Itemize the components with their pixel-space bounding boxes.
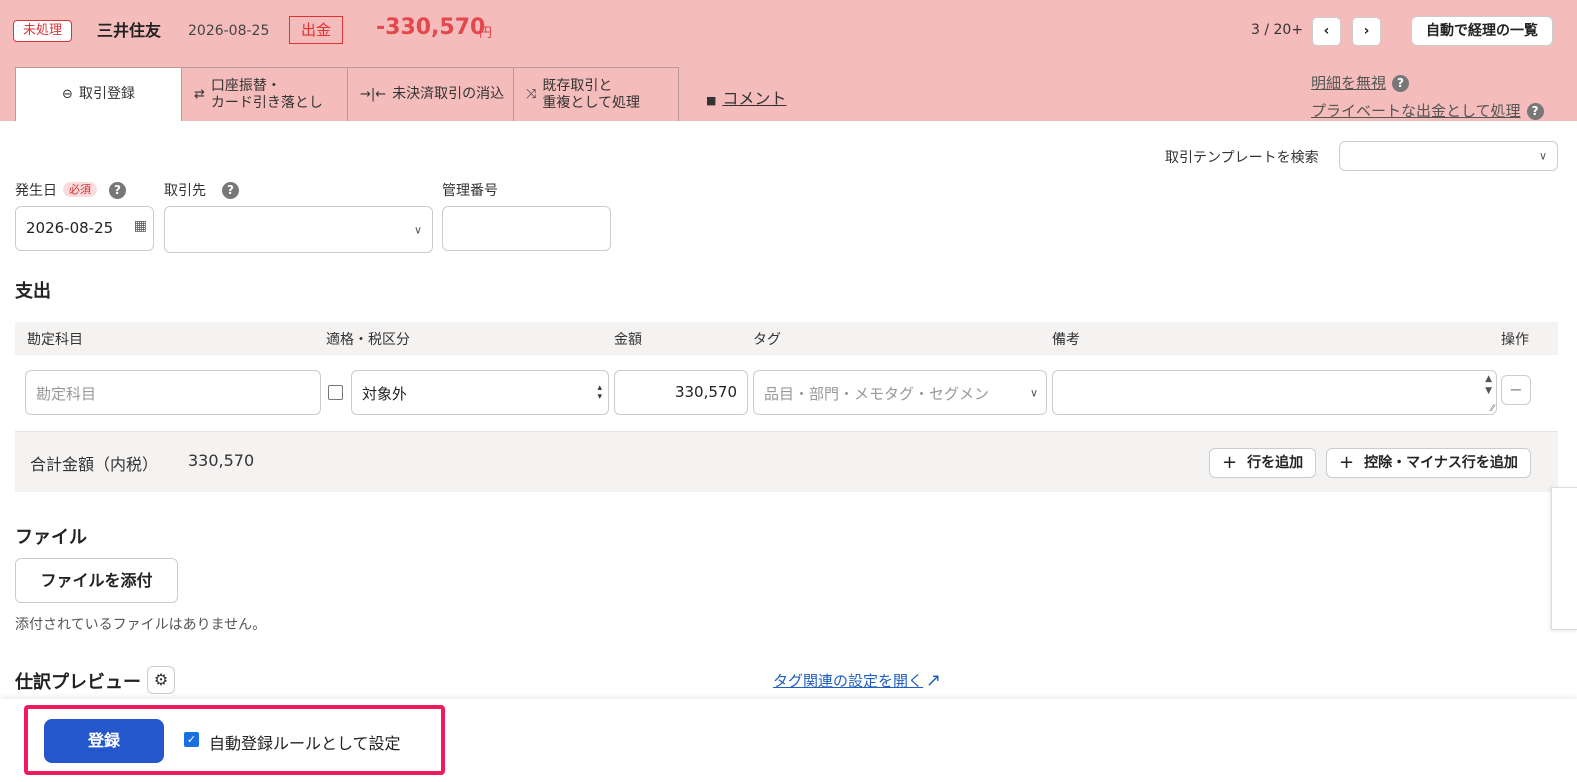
plus-icon: + bbox=[1222, 452, 1238, 473]
partner-label-text: 取引先 bbox=[164, 183, 206, 199]
attach-file-button[interactable]: ファイルを添付 bbox=[15, 558, 178, 603]
memo-textarea[interactable]: ▲ ▼ ⁄⁄ bbox=[1052, 370, 1497, 415]
add-minus-row-button[interactable]: + 控除・マイナス行を追加 bbox=[1326, 448, 1531, 478]
column-memo: 備考 bbox=[1052, 332, 1080, 348]
auto-rule-label[interactable]: 自動登録ルールとして設定 bbox=[209, 730, 401, 754]
management-number-input[interactable] bbox=[442, 206, 611, 251]
tab-label-line1: 既存取引と bbox=[542, 77, 613, 94]
total-value: 330,570 bbox=[188, 451, 255, 470]
currency-unit: 円 bbox=[479, 26, 493, 41]
tag-settings-link[interactable]: タグ関連の設定を開く ↗ bbox=[773, 670, 941, 691]
shuffle-icon: ⤨ bbox=[526, 87, 537, 102]
qualified-invoice-checkbox[interactable] bbox=[328, 385, 343, 400]
column-amount: 金額 bbox=[614, 332, 642, 348]
comment-link[interactable]: ■ コメント bbox=[706, 85, 786, 109]
management-number-label: 管理番号 bbox=[442, 183, 498, 199]
partner-select[interactable]: ∨ bbox=[164, 206, 433, 253]
tab-label-line2: 重複として処理 bbox=[542, 94, 640, 111]
minus-circle-icon: ⊖ bbox=[62, 87, 73, 102]
transfer-arrows-icon: ⇄ bbox=[194, 87, 205, 102]
date-label: 発生日 必須? bbox=[15, 180, 126, 200]
tab-transfer[interactable]: ⇄ 口座振替・ カード引き落とし bbox=[181, 67, 348, 121]
comment-label: コメント bbox=[722, 89, 787, 108]
tab-label: 未決済取引の消込 bbox=[392, 86, 505, 102]
add-minus-row-label: 控除・マイナス行を追加 bbox=[1364, 455, 1518, 471]
transaction-header: 未処理 三井住友 2026-08-25 出金 -330,570 円 3 / 20… bbox=[0, 0, 1577, 121]
template-search-select[interactable]: ∨ bbox=[1339, 141, 1558, 171]
expense-table-header bbox=[15, 322, 1558, 355]
no-files-text: 添付されているファイルはありません。 bbox=[15, 617, 267, 633]
add-row-label: 行を追加 bbox=[1247, 455, 1304, 471]
chevron-down-icon: ∨ bbox=[413, 223, 422, 236]
status-badge: 未処理 bbox=[13, 20, 73, 42]
date-label-text: 発生日 bbox=[15, 183, 57, 199]
private-withdrawal-link[interactable]: プライベートな出金として処理? bbox=[1311, 100, 1544, 121]
preview-settings-button[interactable]: ⚙ bbox=[147, 666, 175, 694]
comment-icon: ■ bbox=[706, 94, 717, 107]
tab-label-line1: 口座振替・ bbox=[210, 77, 281, 94]
private-withdrawal-label: プライベートな出金として処理 bbox=[1311, 102, 1521, 120]
expense-section-title: 支出 bbox=[15, 281, 51, 302]
date-field[interactable]: 2026-08-25 ▦ bbox=[15, 206, 154, 251]
scroll-arrows-icon[interactable]: ▲ ▼ bbox=[1485, 373, 1492, 397]
tab-duplicate[interactable]: ⤨ 既存取引と 重複として処理 bbox=[513, 67, 679, 121]
tag-select[interactable]: 品目・部門・メモタグ・セグメン ∨ bbox=[753, 370, 1047, 415]
amount-value: 330,570 bbox=[674, 383, 737, 401]
chevron-down-icon: ∨ bbox=[1538, 149, 1547, 163]
column-actions: 操作 bbox=[1501, 332, 1529, 348]
help-icon[interactable]: ? bbox=[222, 182, 239, 199]
template-search-label: 取引テンプレートを検索 bbox=[1165, 150, 1319, 166]
amount-input[interactable]: 330,570 bbox=[614, 370, 748, 415]
required-badge: 必須 bbox=[63, 182, 97, 197]
tag-settings-label: タグ関連の設定を開く bbox=[773, 672, 924, 690]
prev-button[interactable]: ‹ bbox=[1312, 17, 1341, 46]
next-button[interactable]: › bbox=[1352, 17, 1381, 46]
transaction-kind-badge: 出金 bbox=[289, 16, 343, 44]
total-label: 合計金額（内税） bbox=[30, 455, 159, 474]
gear-icon: ⚙ bbox=[153, 670, 169, 689]
ignore-statement-link[interactable]: 明細を無視? bbox=[1311, 72, 1410, 93]
add-row-button[interactable]: + 行を追加 bbox=[1209, 448, 1317, 478]
help-icon[interactable]: ? bbox=[109, 182, 126, 199]
resize-handle-icon[interactable]: ⁄⁄ bbox=[1491, 404, 1494, 414]
column-tax: 適格・税区分 bbox=[326, 332, 410, 348]
remove-row-button[interactable]: − bbox=[1501, 375, 1531, 405]
tab-label: 取引登録 bbox=[78, 86, 135, 102]
chevron-right-icon: › bbox=[1363, 23, 1370, 39]
plus-icon: + bbox=[1339, 452, 1355, 473]
auto-rule-checkbox[interactable]: ✓ bbox=[184, 732, 199, 747]
tax-category-value: 対象外 bbox=[362, 385, 408, 403]
register-button[interactable]: 登録 bbox=[44, 719, 164, 763]
chevron-down-icon: ∨ bbox=[1029, 386, 1038, 399]
tab-label: 口座振替・ カード引き落とし bbox=[211, 78, 323, 112]
file-section-title: ファイル bbox=[15, 527, 87, 548]
external-link-icon: ↗ bbox=[926, 670, 942, 691]
select-arrows-icon: ▴ ▾ bbox=[597, 383, 602, 402]
auto-accounting-list-button[interactable]: 自動で経理の一覧 bbox=[1411, 16, 1553, 46]
tab-label-line2: カード引き落とし bbox=[210, 94, 323, 111]
side-panel-tab[interactable] bbox=[1551, 487, 1577, 630]
tab-reconcile[interactable]: →|← 未決済取引の消込 bbox=[347, 67, 514, 121]
chevron-left-icon: ‹ bbox=[1323, 23, 1330, 39]
account-placeholder: 勘定科目 bbox=[36, 385, 97, 403]
tag-placeholder: 品目・部門・メモタグ・セグメン bbox=[764, 385, 990, 403]
transaction-date: 2026-08-25 bbox=[188, 23, 270, 39]
tab-register-transaction[interactable]: ⊖ 取引登録 bbox=[15, 67, 182, 121]
column-account: 勘定科目 bbox=[27, 332, 83, 348]
calendar-icon[interactable]: ▦ bbox=[134, 218, 147, 234]
tax-category-select[interactable]: 対象外 ▴ ▾ bbox=[351, 370, 609, 415]
ignore-statement-label: 明細を無視 bbox=[1311, 74, 1387, 92]
pager-count: 3 / 20+ bbox=[1251, 22, 1304, 38]
help-icon[interactable]: ? bbox=[1392, 75, 1410, 92]
date-value: 2026-08-25 bbox=[26, 219, 114, 237]
tab-label: 既存取引と 重複として処理 bbox=[542, 78, 640, 112]
bank-name: 三井住友 bbox=[97, 21, 162, 40]
merge-icon: →|← bbox=[360, 87, 387, 102]
help-icon[interactable]: ? bbox=[1526, 103, 1544, 120]
transaction-amount: -330,570 bbox=[376, 15, 486, 40]
partner-label: 取引先? bbox=[164, 180, 239, 200]
account-input[interactable]: 勘定科目 bbox=[25, 370, 321, 415]
column-tag: タグ bbox=[753, 332, 781, 348]
journal-preview-title: 仕訳プレビュー bbox=[15, 672, 141, 693]
